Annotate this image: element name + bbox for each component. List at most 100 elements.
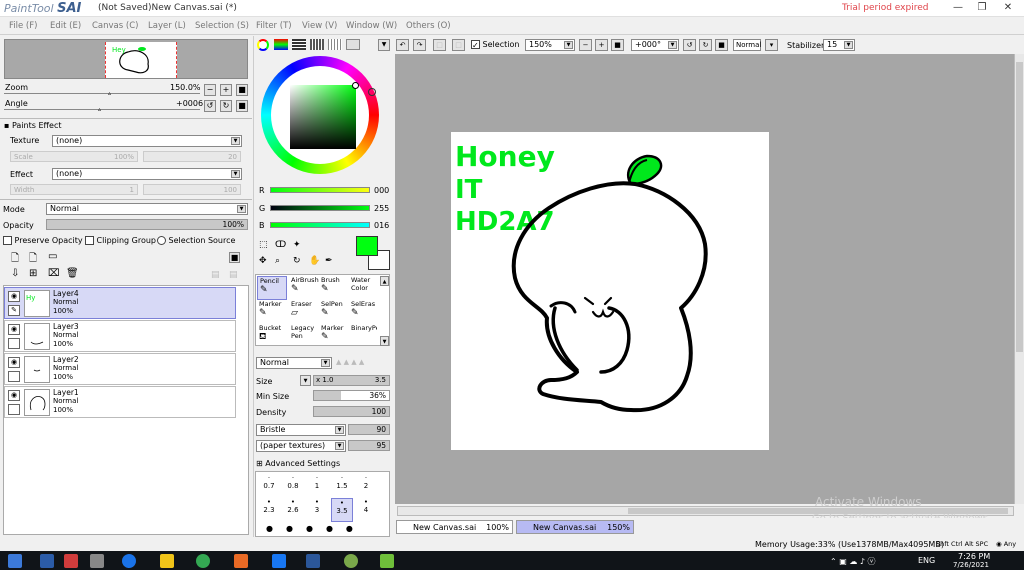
- language-indicator[interactable]: ENG: [918, 556, 935, 565]
- tool-legacy-pen[interactable]: Legacy Pen: [289, 324, 317, 348]
- tool-scroll-down[interactable]: ▼: [380, 336, 389, 346]
- chrome-icon[interactable]: [196, 554, 210, 568]
- color-panel-mode-icon[interactable]: [346, 39, 360, 50]
- tool-watercolor[interactable]: Water Color: [349, 276, 377, 300]
- clock-time[interactable]: 7:26 PM: [958, 552, 990, 561]
- menu-canvas[interactable]: Canvas (C): [92, 21, 138, 31]
- min-size-slider[interactable]: 36%: [313, 390, 390, 401]
- size-mult-dropdown[interactable]: ▼: [300, 375, 311, 386]
- size-preset[interactable]: • 3: [306, 498, 328, 522]
- clear-layer-icon[interactable]: ⌧: [48, 268, 60, 279]
- zalo-icon[interactable]: [122, 554, 136, 568]
- zoom-reset-toolbar[interactable]: ■: [611, 39, 624, 51]
- r-slider[interactable]: [270, 187, 370, 193]
- brush-shape-dropdown[interactable]: Bristle ▼: [256, 424, 346, 436]
- flip-button[interactable]: ▾: [765, 39, 778, 51]
- zoom-tool-icon[interactable]: ⌕: [275, 256, 280, 266]
- density-slider[interactable]: 100: [313, 406, 390, 417]
- zoom-slider[interactable]: [4, 93, 200, 94]
- close-button[interactable]: ✕: [998, 2, 1018, 13]
- menu-selection[interactable]: Selection (S): [195, 21, 249, 31]
- merge-down-icon[interactable]: ⊞: [29, 268, 37, 279]
- size-preset[interactable]: • 4: [355, 498, 377, 522]
- brush-texture-dropdown[interactable]: (paper textures) ▼: [256, 440, 346, 452]
- size-preset-row-3[interactable]: ●●●●●: [258, 524, 388, 533]
- scratch-pad-mode-icon[interactable]: [328, 39, 342, 50]
- visibility-eye-icon[interactable]: ◉: [8, 357, 20, 368]
- rotate-cw-toolbar[interactable]: ↻: [699, 39, 712, 51]
- clipping-group-checkbox[interactable]: Clipping Group: [85, 236, 156, 245]
- zoom-in-toolbar[interactable]: +: [595, 39, 608, 51]
- select-rect-icon[interactable]: ⬚: [259, 240, 268, 250]
- zoom-out-button[interactable]: −: [204, 84, 216, 96]
- lasso-icon[interactable]: ↀ: [275, 240, 286, 250]
- angle-slider-handle[interactable]: ▵: [98, 106, 101, 113]
- brush-shape-slider[interactable]: 90: [348, 424, 390, 435]
- effect-dropdown[interactable]: (none) ▼: [52, 168, 242, 180]
- tool-scroll-up[interactable]: ▲: [380, 276, 389, 286]
- tool-brush[interactable]: Brush ✎: [319, 276, 349, 300]
- color-wheel-mode-icon[interactable]: [257, 39, 269, 51]
- tool-eraser[interactable]: Eraser ▱: [289, 300, 319, 324]
- clock-date[interactable]: 7/26/2021: [953, 561, 989, 569]
- angle-slider[interactable]: [4, 109, 200, 110]
- new-folder-icon[interactable]: ▭: [48, 251, 57, 262]
- layer-row[interactable]: ◉ ✎ Hy Layer4 Normal 100%: [4, 287, 236, 319]
- minimize-button[interactable]: —: [948, 2, 968, 13]
- layer-row[interactable]: ◉ Layer3 Normal 100%: [4, 320, 236, 352]
- hand-tool-icon[interactable]: ✋: [309, 256, 320, 266]
- new-layer-icon[interactable]: 🗋: [11, 251, 19, 268]
- canvas-tab[interactable]: New Canvas.sai 100%: [396, 520, 513, 534]
- new-linework-layer-icon[interactable]: 🗋: [29, 251, 37, 268]
- mode-dropdown[interactable]: Normal ▼: [46, 203, 248, 215]
- rotate-reset-toolbar[interactable]: ■: [715, 39, 728, 51]
- tray-icons[interactable]: ⌃ ▣ ☁ ♪ ⓥ: [830, 556, 876, 567]
- layer-menu-button[interactable]: ■: [229, 252, 240, 263]
- rotate-tool-icon[interactable]: ↻: [293, 256, 301, 266]
- app-icon[interactable]: [64, 554, 78, 568]
- explorer-icon[interactable]: [160, 554, 174, 568]
- rgb-slider-mode-icon[interactable]: [274, 39, 288, 50]
- rotate-left-button[interactable]: ↺: [204, 100, 216, 112]
- tool-marker-2[interactable]: Marker ✎: [319, 324, 349, 348]
- maximize-button[interactable]: ❐: [972, 2, 992, 13]
- tool-seleras[interactable]: SelEras ✎: [349, 300, 379, 324]
- eyedropper-icon[interactable]: ✒: [325, 256, 333, 266]
- color-set-mode-icon[interactable]: [310, 39, 324, 50]
- app-icon[interactable]: [234, 554, 248, 568]
- tool-marker[interactable]: Marker ✎: [257, 300, 287, 324]
- trial-notice[interactable]: Trial period expired: [842, 3, 928, 13]
- transfer-down-icon[interactable]: ⇩: [11, 268, 19, 279]
- size-preset[interactable]: · 1.5: [331, 474, 353, 498]
- canvas-viewport[interactable]: Honey IT HD2A7: [395, 54, 1022, 504]
- menu-filter[interactable]: Filter (T): [256, 21, 292, 31]
- menu-edit[interactable]: Edit (E): [50, 21, 81, 31]
- preserve-opacity-checkbox[interactable]: Preserve Opacity: [3, 236, 83, 245]
- layer-row[interactable]: ◉ Layer1 Normal 100%: [4, 386, 236, 418]
- menu-others[interactable]: Others (O): [406, 21, 451, 31]
- visibility-eye-icon[interactable]: ◉: [8, 324, 20, 335]
- g-slider[interactable]: [270, 205, 370, 211]
- advanced-settings-toggle[interactable]: ⊞ Advanced Settings: [256, 459, 340, 468]
- zoom-app-icon[interactable]: [40, 554, 54, 568]
- menu-layer[interactable]: Layer (L): [148, 21, 186, 31]
- tool-binary-pen[interactable]: BinaryPe: [349, 324, 377, 348]
- hue-ring-handle[interactable]: [368, 88, 376, 96]
- navigator-preview[interactable]: Hey: [4, 39, 248, 79]
- tool-pencil[interactable]: Pencil ✎: [257, 276, 287, 300]
- app-icon[interactable]: [344, 554, 358, 568]
- tool-selpen[interactable]: SelPen ✎: [319, 300, 349, 324]
- layer-row[interactable]: ◉ Layer2 Normal 100%: [4, 353, 236, 385]
- zoom-slider-handle[interactable]: ▵: [108, 90, 111, 97]
- rotate-ccw-toolbar[interactable]: ↺: [683, 39, 696, 51]
- rotation-dropdown[interactable]: +000° ▼: [631, 39, 679, 51]
- visibility-eye-icon[interactable]: ◉: [8, 291, 20, 302]
- word-icon[interactable]: [306, 554, 320, 568]
- color-panel-menu-button[interactable]: ▼: [378, 39, 390, 51]
- zoom-reset-button[interactable]: ■: [236, 84, 248, 96]
- deselect-button[interactable]: □: [433, 39, 446, 51]
- size-slider[interactable]: x 1.0 3.5: [313, 375, 390, 386]
- start-icon[interactable]: [8, 554, 22, 568]
- blend-mode-dropdown[interactable]: Normal ▼: [256, 357, 332, 369]
- invert-select-button[interactable]: □: [452, 39, 465, 51]
